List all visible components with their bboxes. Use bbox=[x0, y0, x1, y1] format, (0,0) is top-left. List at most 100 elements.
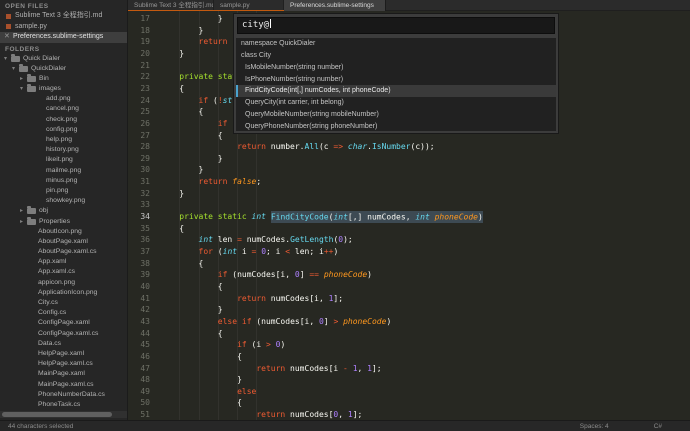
code-line[interactable]: 32 } bbox=[128, 188, 690, 200]
code-editor[interactable]: 17 }18 }19 return false;20 }2122 private… bbox=[128, 11, 690, 420]
tree-file-item[interactable]: HelpPage.xaml bbox=[0, 349, 127, 359]
tree-folder-item[interactable]: ▾QuickDialer bbox=[0, 64, 127, 74]
tree-file-item[interactable]: check.png bbox=[0, 115, 127, 125]
code-line[interactable]: 40 { bbox=[128, 281, 690, 293]
tree-file-item[interactable]: mailme.png bbox=[0, 166, 127, 176]
chevron-right-icon[interactable]: ▸ bbox=[20, 217, 26, 227]
code-line[interactable]: 48 } bbox=[128, 374, 690, 386]
syntax-selector[interactable]: C# bbox=[654, 423, 662, 430]
symbol-item[interactable]: IsMobileNumber(string number) bbox=[236, 62, 556, 74]
tree-file-item[interactable]: AboutIcon.png bbox=[0, 227, 127, 237]
code-line[interactable]: 47 return numCodes[i - 1, 1]; bbox=[128, 363, 690, 375]
symbol-item[interactable]: FindCityCode(int[,] numCodes, int phoneC… bbox=[236, 85, 556, 97]
tree-file-item[interactable]: add.png bbox=[0, 94, 127, 104]
tree-folder-item[interactable]: ▾ images bbox=[0, 84, 127, 94]
chevron-right-icon[interactable]: ▸ bbox=[20, 74, 26, 84]
chevron-right-icon[interactable]: ▸ bbox=[20, 206, 26, 216]
code-line[interactable]: 34 private static int FindCityCode(int[,… bbox=[128, 211, 690, 223]
code-line[interactable]: 43 else if (numCodes[i, 0] > phoneCode) bbox=[128, 316, 690, 328]
tree-item-label: images bbox=[39, 84, 61, 94]
tree-file-item[interactable]: MainPage.xaml.cs bbox=[0, 380, 127, 390]
indent-spaces-setting[interactable]: Spaces: 4 bbox=[580, 423, 609, 430]
tree-file-item[interactable]: history.png bbox=[0, 145, 127, 155]
code-line[interactable]: 36 int len = numCodes.GetLength(0); bbox=[128, 234, 690, 246]
tree-file-item[interactable]: cancel.png bbox=[0, 104, 127, 114]
code-token: ]; bbox=[333, 294, 343, 303]
sidebar-hscrollbar-thumb[interactable] bbox=[2, 412, 112, 417]
tree-folder-item[interactable]: ▾Quick Dialer bbox=[0, 54, 127, 64]
tree-file-item[interactable]: Config.cs bbox=[0, 308, 127, 318]
close-file-icon[interactable]: ✕ bbox=[4, 32, 13, 43]
code-line[interactable]: 41 return numCodes[i, 1]; bbox=[128, 293, 690, 305]
tree-file-item[interactable]: AboutPage.xaml.cs bbox=[0, 247, 127, 257]
tree-file-item[interactable]: ConfigPage.xaml.cs bbox=[0, 329, 127, 339]
code-token: { bbox=[160, 84, 184, 93]
code-line[interactable]: 39 if (numCodes[i, 0] == phoneCode) bbox=[128, 269, 690, 281]
tree-file-item[interactable]: config.png bbox=[0, 125, 127, 135]
chevron-down-icon[interactable]: ▾ bbox=[20, 84, 26, 94]
symbol-item[interactable]: class City bbox=[236, 50, 556, 62]
tree-file-item[interactable]: App.xaml.cs bbox=[0, 267, 127, 277]
tree-file-item[interactable]: PhoneTask.cs bbox=[0, 400, 127, 410]
code-line[interactable]: 42 } bbox=[128, 304, 690, 316]
code-line[interactable]: 50 { bbox=[128, 397, 690, 409]
code-line[interactable]: 37 for (int i = 0; i < len; i++) bbox=[128, 246, 690, 258]
symbol-item[interactable]: namespace QuickDialer bbox=[236, 38, 556, 50]
code-line[interactable]: 49 else bbox=[128, 386, 690, 398]
code-line[interactable]: 46 { bbox=[128, 351, 690, 363]
tree-item-label: HelpPage.xaml bbox=[38, 349, 84, 359]
tree-file-item[interactable]: Data.cs bbox=[0, 339, 127, 349]
tree-file-item[interactable]: appicon.png bbox=[0, 278, 127, 288]
code-token: ) bbox=[333, 247, 338, 256]
tree-folder-item[interactable]: ▸Properties bbox=[0, 217, 127, 227]
tree-item-label: history.png bbox=[46, 145, 79, 155]
tree-file-item[interactable]: HelpPage.xaml.cs bbox=[0, 359, 127, 369]
code-line[interactable]: 30 } bbox=[128, 164, 690, 176]
code-line[interactable]: 35 { bbox=[128, 223, 690, 235]
code-text: { bbox=[160, 282, 223, 291]
sidebar-hscrollbar-track[interactable] bbox=[0, 411, 127, 418]
symbol-item[interactable]: QueryPhoneNumber(string phoneNumber) bbox=[236, 121, 556, 131]
tab-active[interactable]: Preferences.sublime-settings bbox=[284, 0, 386, 11]
code-line[interactable]: 38 { bbox=[128, 258, 690, 270]
tree-file-item[interactable]: City.cs bbox=[0, 298, 127, 308]
code-token: return bbox=[237, 294, 266, 303]
tree-file-item[interactable]: PhoneNumberData.cs bbox=[0, 390, 127, 400]
open-file-item[interactable]: ✕Preferences.sublime-settings bbox=[0, 32, 127, 43]
open-file-item[interactable]: sample.py bbox=[0, 22, 127, 33]
folder-icon bbox=[19, 66, 28, 72]
tree-folder-item[interactable]: ▸Bin bbox=[0, 74, 127, 84]
tree-file-item[interactable]: ApplicationIcon.png bbox=[0, 288, 127, 298]
symbol-search-input[interactable]: city@ bbox=[237, 17, 555, 34]
code-line[interactable]: 45 if (i > 0) bbox=[128, 339, 690, 351]
code-token: return bbox=[256, 364, 285, 373]
code-token bbox=[160, 177, 199, 186]
chevron-down-icon[interactable]: ▾ bbox=[12, 64, 18, 74]
code-token: { bbox=[160, 282, 223, 291]
tree-file-item[interactable]: AboutPage.xaml bbox=[0, 237, 127, 247]
code-line[interactable]: 51 return numCodes[0, 1]; bbox=[128, 409, 690, 420]
symbol-item[interactable]: IsPhoneNumber(string number) bbox=[236, 74, 556, 86]
code-line[interactable]: 44 { bbox=[128, 328, 690, 340]
open-file-label: Sublime Text 3 全程指引.md bbox=[15, 11, 102, 22]
chevron-down-icon[interactable]: ▾ bbox=[4, 54, 10, 64]
tree-file-item[interactable]: MainPage.xaml bbox=[0, 369, 127, 379]
symbol-item[interactable]: QueryMobileNumber(string mobileNumber) bbox=[236, 109, 556, 121]
tree-file-item[interactable]: help.png bbox=[0, 135, 127, 145]
folder-icon bbox=[11, 56, 20, 62]
code-line[interactable]: 33 bbox=[128, 199, 690, 211]
tree-item-label: MainPage.xaml bbox=[38, 369, 85, 379]
tree-file-item[interactable]: showkey.png bbox=[0, 196, 127, 206]
tree-file-item[interactable]: ConfigPage.xaml bbox=[0, 318, 127, 328]
tree-file-item[interactable]: App.xaml bbox=[0, 257, 127, 267]
open-file-item[interactable]: Sublime Text 3 全程指引.md bbox=[0, 11, 127, 22]
code-line[interactable]: 31 return false; bbox=[128, 176, 690, 188]
tree-file-item[interactable]: likeit.png bbox=[0, 155, 127, 165]
symbol-item[interactable]: QueryCity(int carrier, int belong) bbox=[236, 97, 556, 109]
tree-file-item[interactable]: minus.png bbox=[0, 176, 127, 186]
code-line[interactable]: 28 return number.All(c => char.IsNumber(… bbox=[128, 141, 690, 153]
tree-folder-item[interactable]: ▸obj bbox=[0, 206, 127, 216]
tree-file-item[interactable]: pin.png bbox=[0, 186, 127, 196]
tab-label: sample.py bbox=[220, 2, 250, 9]
code-line[interactable]: 29 } bbox=[128, 153, 690, 165]
